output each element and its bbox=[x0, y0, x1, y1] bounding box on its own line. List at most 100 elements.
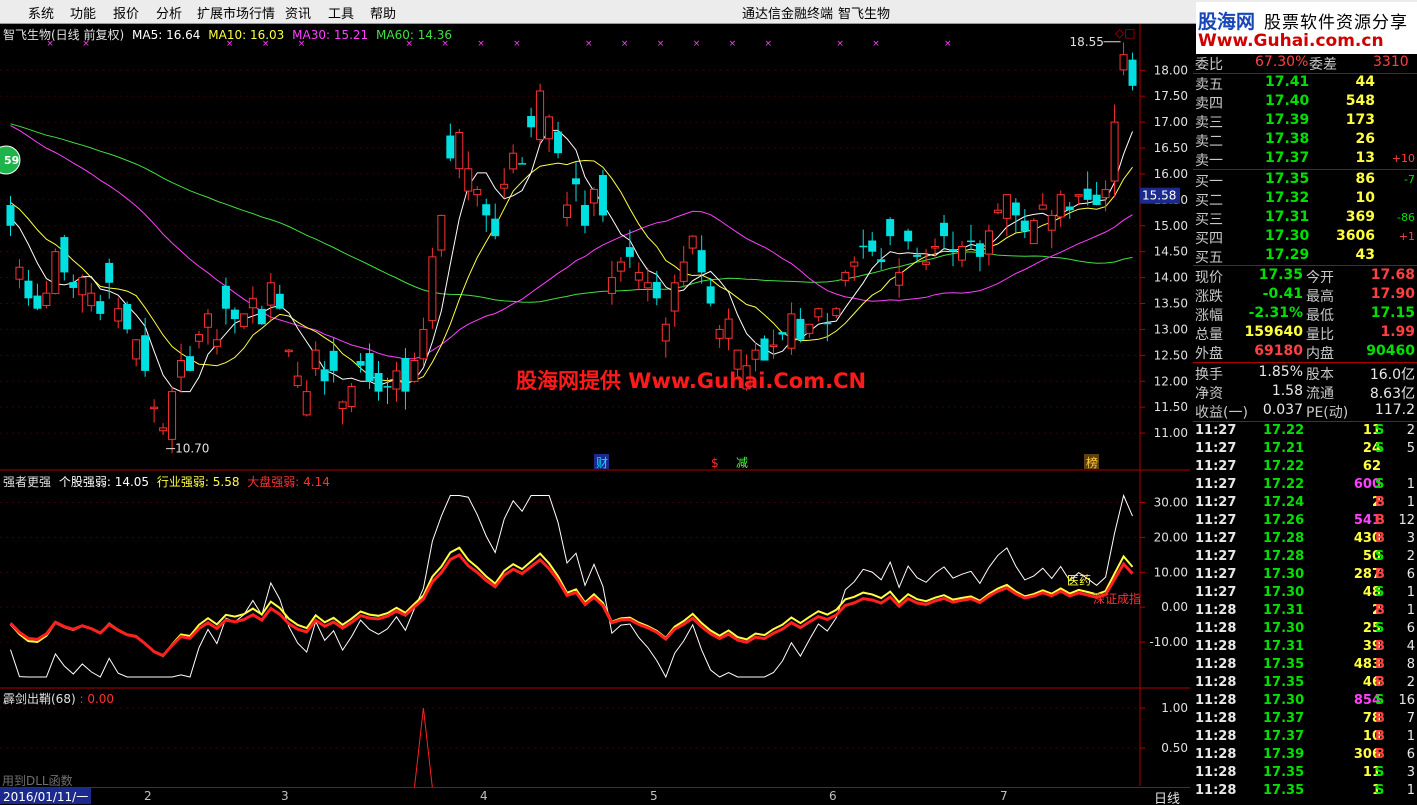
quote-row: 外盘 69180 内盘 90460 bbox=[1193, 343, 1417, 362]
candle-body bbox=[51, 251, 60, 295]
candle-body bbox=[347, 385, 356, 408]
sell-level-volume: 26 bbox=[1355, 131, 1375, 147]
tick-price: 17.30 bbox=[1263, 693, 1305, 708]
candle-body bbox=[509, 152, 518, 170]
candle-body bbox=[1083, 188, 1092, 200]
candle-body bbox=[940, 222, 949, 237]
menu-extended-market[interactable]: 扩展市场行情 bbox=[197, 3, 275, 22]
window-controls[interactable]: ◇□ bbox=[1115, 26, 1136, 40]
tick-time: 11:28 bbox=[1195, 747, 1237, 762]
time-axis[interactable] bbox=[0, 787, 1190, 805]
candle-body bbox=[203, 313, 212, 328]
buy-level-row[interactable]: 买二 17.32 10 bbox=[1193, 190, 1417, 209]
candle-body bbox=[778, 332, 787, 335]
tick-price: 17.31 bbox=[1263, 639, 1305, 654]
chart-frame bbox=[0, 24, 1190, 805]
candle-body bbox=[87, 292, 96, 307]
buy-level-label: 买五 bbox=[1195, 250, 1223, 266]
tick-side: S bbox=[1375, 441, 1385, 456]
tick-price: 17.35 bbox=[1263, 657, 1305, 672]
tick-count: 1 bbox=[1406, 477, 1415, 492]
tick-count: 1 bbox=[1406, 603, 1415, 618]
candle-body bbox=[688, 235, 697, 249]
tick-side: B bbox=[1375, 567, 1385, 582]
y-tick-label: 30.00 bbox=[1154, 495, 1188, 509]
tick-side: S bbox=[1375, 423, 1385, 438]
buy-level-row[interactable]: 买一 17.35 86 -7 bbox=[1193, 171, 1417, 190]
month-label: 5 bbox=[650, 789, 658, 803]
candle-body bbox=[697, 250, 706, 273]
tick-row: 11:27 17.26 541 B 12 bbox=[1193, 513, 1417, 531]
quote-value: -2.31% bbox=[1248, 305, 1303, 321]
candle-body bbox=[410, 360, 419, 382]
sell-level-row[interactable]: 卖四 17.40 548 bbox=[1193, 93, 1417, 112]
candle-body bbox=[428, 256, 437, 322]
sub2-title: 霹剑出鞘(68) bbox=[3, 692, 76, 706]
sell-level-row[interactable]: 卖五 17.41 44 bbox=[1193, 74, 1417, 93]
buy-level-change: -7 bbox=[1404, 173, 1415, 186]
tick-side: S bbox=[1375, 765, 1385, 780]
quote-label: 涨幅 bbox=[1195, 308, 1223, 324]
candle-body bbox=[1002, 194, 1011, 219]
candle-body bbox=[760, 338, 769, 361]
candle-body bbox=[15, 266, 24, 280]
sell-level-volume: 548 bbox=[1345, 93, 1375, 109]
menu-analysis[interactable]: 分析 bbox=[156, 3, 182, 22]
sell-level-label: 卖五 bbox=[1195, 77, 1223, 93]
fin-value: 117.2 bbox=[1374, 402, 1415, 418]
candle-body bbox=[805, 323, 814, 334]
tick-row: 11:27 17.21 24 S 5 bbox=[1193, 441, 1417, 459]
menu-quote[interactable]: 报价 bbox=[113, 3, 139, 22]
candle-body bbox=[625, 247, 634, 257]
sell-level-row[interactable]: 卖一 17.37 13 +10 bbox=[1193, 150, 1417, 169]
kline-chart[interactable]: 30.00 20.00 10.00 0.00 -10.00 医药深证成指 1.00 0.50… bbox=[0, 24, 1190, 805]
menu-function[interactable]: 功能 bbox=[70, 3, 96, 22]
candle-body bbox=[257, 308, 266, 325]
tick-row: 11:27 17.28 430 B 3 bbox=[1193, 531, 1417, 549]
sell-level-volume: 44 bbox=[1355, 74, 1375, 90]
tick-count: 4 bbox=[1406, 639, 1415, 654]
buy-level-row[interactable]: 买五 17.29 43 bbox=[1193, 247, 1417, 266]
sub1-title: 强者更强 bbox=[3, 475, 52, 489]
tick-count: 1 bbox=[1406, 585, 1415, 600]
menu-system[interactable]: 系统 bbox=[28, 3, 54, 22]
buy-level-volume: 86 bbox=[1355, 171, 1375, 187]
candle-body bbox=[706, 286, 715, 304]
candle-body bbox=[823, 322, 832, 325]
buy-level-row[interactable]: 买四 17.30 3606 +1 bbox=[1193, 228, 1417, 247]
fin-value: 1.58 bbox=[1271, 383, 1303, 399]
tick-time: 11:27 bbox=[1195, 531, 1237, 546]
buy-level-row[interactable]: 买三 17.31 369 -86 bbox=[1193, 209, 1417, 228]
sell-level-row[interactable]: 卖二 17.38 26 bbox=[1193, 131, 1417, 150]
candle-body bbox=[1020, 220, 1029, 231]
tick-row: 11:27 17.28 50 S 2 bbox=[1193, 549, 1417, 567]
signal-marker: × bbox=[621, 39, 629, 49]
tick-time: 11:28 bbox=[1195, 657, 1237, 672]
tick-count: 3 bbox=[1406, 765, 1415, 780]
menu-tools[interactable]: 工具 bbox=[328, 3, 354, 22]
candle-body bbox=[60, 237, 69, 273]
candle-body bbox=[275, 293, 284, 309]
candle-body bbox=[598, 175, 607, 216]
tick-side: B bbox=[1375, 675, 1385, 690]
sell-level-row[interactable]: 卖三 17.39 173 bbox=[1193, 112, 1417, 131]
tick-time: 11:27 bbox=[1195, 513, 1237, 528]
candle-body bbox=[1074, 194, 1083, 197]
y-tick-label: 16.00 bbox=[1154, 167, 1188, 181]
signal-marker: × bbox=[477, 39, 485, 49]
sub1-stock-strength: 个股强弱: 14.05 bbox=[58, 475, 150, 489]
candle-body bbox=[751, 349, 760, 360]
candle-body bbox=[123, 303, 132, 330]
menu-news[interactable]: 资讯 bbox=[285, 3, 311, 22]
candle-body bbox=[661, 323, 670, 342]
candle-body bbox=[302, 391, 311, 416]
buy-level-change: +1 bbox=[1398, 230, 1415, 243]
menu-help[interactable]: 帮助 bbox=[370, 3, 396, 22]
tick-side: S bbox=[1375, 549, 1385, 564]
tick-time: 11:28 bbox=[1195, 603, 1237, 618]
candle-body bbox=[374, 373, 383, 392]
candle-body bbox=[311, 349, 320, 369]
tick-price: 17.39 bbox=[1263, 747, 1305, 762]
candle-body bbox=[168, 391, 177, 440]
period-button[interactable]: 日线 bbox=[1154, 788, 1180, 805]
